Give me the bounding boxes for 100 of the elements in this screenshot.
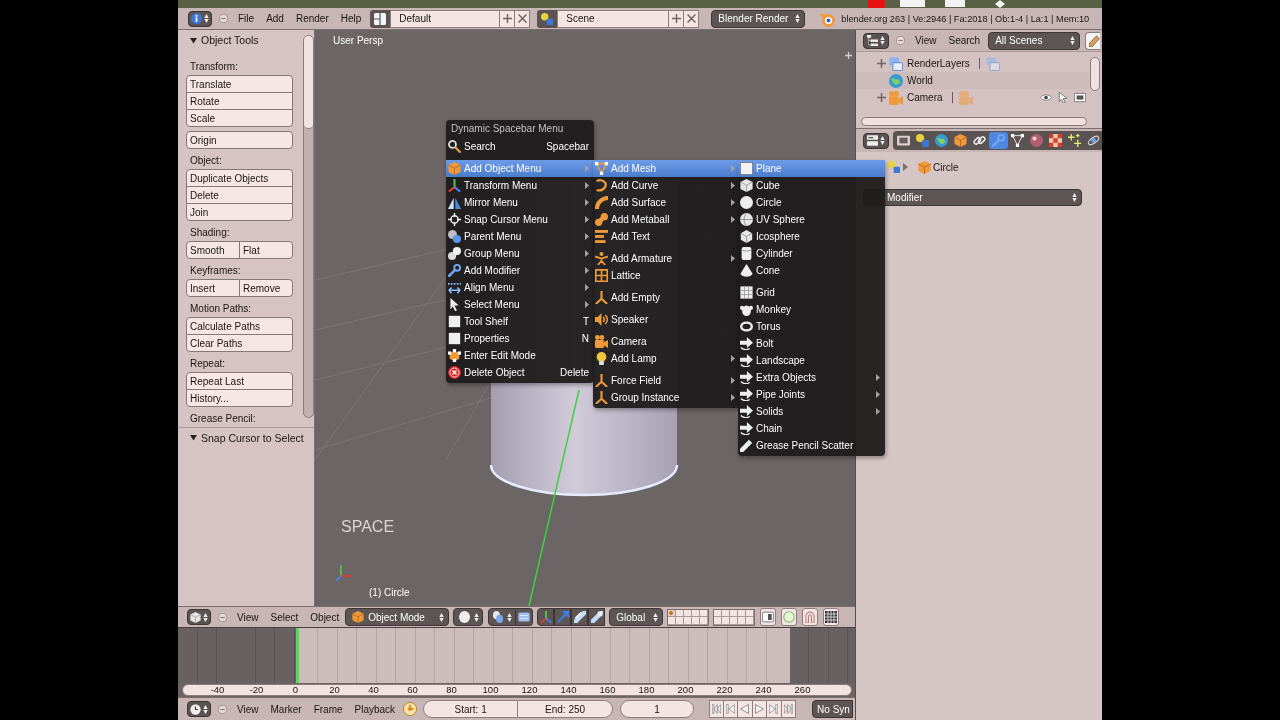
menu-button[interactable]: Add	[260, 9, 290, 28]
pivot-dropdown[interactable]	[488, 608, 517, 626]
properties-tab[interactable]	[913, 132, 932, 149]
layer-button[interactable]	[738, 617, 747, 625]
menu-item[interactable]: Bolt	[738, 335, 885, 352]
menu-item[interactable]: Add Metaball	[593, 211, 740, 228]
menu-item[interactable]: Transform Menu	[446, 177, 594, 194]
menu-item[interactable]: Add Curve	[593, 177, 740, 194]
filter-dropdown[interactable]: All Scenes	[988, 31, 1081, 50]
tool-button[interactable]: Scale	[186, 109, 293, 127]
menu-item[interactable]: Extra Objects	[738, 369, 885, 386]
menu-button[interactable]: View	[231, 700, 265, 718]
menu-item[interactable]: Tool Shelf T	[446, 313, 594, 330]
scrollbar[interactable]	[861, 117, 1087, 126]
shading-dropdown[interactable]	[453, 608, 484, 626]
menu-item[interactable]: Speaker	[593, 311, 740, 328]
menu-item[interactable]: Grease Pencil Scatter	[738, 437, 885, 454]
layout-button[interactable]	[370, 9, 391, 28]
menu-item[interactable]: Grid	[738, 284, 885, 301]
playback-button[interactable]	[738, 700, 753, 718]
tool-button[interactable]: Translate	[186, 75, 293, 93]
menu-item[interactable]: Add Empty	[593, 289, 740, 306]
record-button[interactable]	[401, 700, 419, 718]
manipulator-button[interactable]	[588, 608, 606, 626]
scrollbar[interactable]	[303, 35, 314, 418]
outliner-label[interactable]: RenderLayers	[907, 58, 970, 69]
layer-button[interactable]	[714, 617, 723, 625]
menu-item[interactable]: UV Sphere	[738, 211, 885, 228]
menu-item[interactable]: Cylinder	[738, 245, 885, 262]
menu-item[interactable]: Align Menu	[446, 279, 594, 296]
layer-button[interactable]	[668, 617, 677, 625]
menu-item[interactable]: Group Menu	[446, 245, 594, 262]
menu-item[interactable]: Camera	[593, 333, 740, 350]
layer-button[interactable]	[700, 609, 709, 617]
layer-button[interactable]	[730, 609, 739, 617]
scene-button[interactable]	[537, 9, 558, 28]
layer-button[interactable]	[730, 617, 739, 625]
menu-button[interactable]: Search	[942, 31, 987, 50]
menu-button[interactable]: Help	[334, 9, 368, 28]
scrollbar[interactable]	[1090, 57, 1100, 91]
menu-item[interactable]: Solids	[738, 403, 885, 420]
layer-button[interactable]	[722, 617, 731, 625]
layer-button[interactable]	[684, 609, 693, 617]
tool-button[interactable]: Flat	[239, 241, 293, 259]
tool-button[interactable]: History...	[186, 389, 293, 407]
tool-button[interactable]: Calculate Paths	[186, 317, 293, 335]
tool-button[interactable]	[1085, 31, 1101, 50]
scene-field[interactable]: Scene	[557, 9, 670, 28]
properties-tab[interactable]	[932, 132, 951, 149]
menu-item[interactable]: Add Armature	[593, 250, 740, 267]
properties-tab[interactable]	[1008, 132, 1027, 149]
menu-item[interactable]: Select Menu	[446, 296, 594, 313]
remove-button[interactable]	[684, 9, 700, 28]
layer-button[interactable]	[714, 609, 723, 617]
playback-button[interactable]	[767, 700, 782, 718]
layout-field[interactable]: Default	[390, 9, 501, 28]
properties-tab[interactable]	[1027, 132, 1046, 149]
menu-button[interactable]: View	[909, 31, 943, 50]
tool-button[interactable]: Repeat Last	[186, 372, 293, 390]
menu-item[interactable]: Torus	[738, 318, 885, 335]
editor-type-button[interactable]	[187, 609, 211, 625]
layer-button[interactable]	[692, 617, 701, 625]
layer-button[interactable]	[722, 609, 731, 617]
properties-tab[interactable]	[1046, 132, 1065, 149]
menu-button[interactable]: Render	[289, 9, 335, 28]
menu-item[interactable]: Snap Cursor Menu	[446, 211, 594, 228]
layer-button[interactable]	[684, 617, 693, 625]
tool-button[interactable]: Rotate	[186, 92, 293, 110]
manipulator-toggle[interactable]	[516, 608, 534, 626]
menu-item[interactable]: Delete Object Delete	[446, 364, 594, 381]
menu-item[interactable]: Add Text	[593, 228, 740, 245]
editor-type-button[interactable]	[188, 10, 212, 27]
tool-button[interactable]: Delete	[186, 186, 293, 204]
toolbar-button[interactable]	[823, 608, 840, 626]
menu-button[interactable]: Marker	[264, 700, 308, 718]
remove-button[interactable]	[515, 9, 531, 28]
outliner-label[interactable]: World	[907, 75, 933, 86]
layer-button[interactable]	[676, 609, 685, 617]
add-button[interactable]	[669, 9, 685, 28]
outliner-label[interactable]: Camera	[907, 92, 943, 103]
start-frame-field[interactable]: Start: 1	[423, 700, 519, 718]
menu-item[interactable]: Parent Menu	[446, 228, 594, 245]
toolbar-button[interactable]	[760, 608, 777, 626]
editor-type-button[interactable]	[863, 132, 889, 149]
layer-button[interactable]	[746, 609, 755, 617]
menu-item[interactable]: Add Lamp	[593, 350, 740, 367]
add-button[interactable]	[500, 9, 516, 28]
menu-button[interactable]: View	[231, 608, 265, 626]
layer-button[interactable]	[676, 617, 685, 625]
layer-button[interactable]	[692, 609, 701, 617]
menu-item[interactable]: Add Surface	[593, 194, 740, 211]
menu-item[interactable]: Icosphere	[738, 228, 885, 245]
tool-button[interactable]: Remove	[239, 279, 293, 297]
orientation-dropdown[interactable]: Global	[609, 608, 664, 626]
editor-type-button[interactable]	[863, 32, 889, 49]
current-frame-field[interactable]: 1	[620, 700, 695, 718]
menu-item[interactable]: Landscape	[738, 352, 885, 369]
properties-tab[interactable]	[951, 132, 970, 149]
tool-button[interactable]: Smooth	[186, 241, 240, 259]
layer-button[interactable]	[738, 609, 747, 617]
